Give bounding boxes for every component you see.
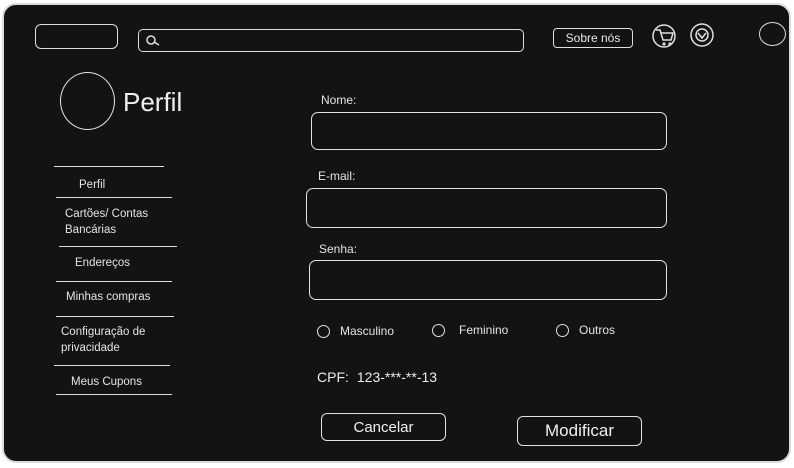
password-label: Senha: xyxy=(319,242,358,256)
sidebar-divider xyxy=(56,197,172,198)
sidebar-divider xyxy=(56,281,172,282)
radio-circle[interactable] xyxy=(317,324,330,338)
search-bar[interactable] xyxy=(138,29,524,52)
gender-radio-masculino[interactable]: Masculino xyxy=(317,324,394,338)
cpf-label: CPF: xyxy=(317,369,349,385)
sidebar-divider xyxy=(56,394,172,395)
cpf-display: CPF: 123-***-**-13 xyxy=(317,369,437,385)
sidebar-item-perfil[interactable]: Perfil xyxy=(79,177,105,193)
cpf-value: 123-***-**-13 xyxy=(356,369,438,385)
email-field[interactable] xyxy=(306,188,667,228)
sidebar-item-coupons[interactable]: Meus Cupons xyxy=(71,374,142,390)
sidebar-divider xyxy=(54,166,164,167)
sidebar-item-privacy[interactable]: Configuração de privacidade xyxy=(61,324,171,356)
radio-label: Outros xyxy=(579,323,616,337)
avatar[interactable] xyxy=(60,72,115,130)
about-button[interactable]: Sobre nós xyxy=(553,28,633,48)
logo-placeholder[interactable] xyxy=(35,24,118,49)
radio-circle[interactable] xyxy=(556,323,569,337)
sidebar-item-addresses[interactable]: Endereços xyxy=(75,255,130,271)
circle-menu-icon[interactable] xyxy=(759,22,786,46)
gender-radio-feminino[interactable]: Feminino xyxy=(432,323,508,337)
radio-circle[interactable] xyxy=(432,323,445,337)
name-label: Nome: xyxy=(321,93,357,107)
sidebar-divider xyxy=(54,365,170,366)
user-icon[interactable] xyxy=(687,23,717,49)
page-title: Perfil xyxy=(123,87,183,117)
app-window: Sobre nós Perfil Perfil Cartões/ Contas … xyxy=(2,3,791,463)
modify-button[interactable]: Modificar xyxy=(517,416,642,446)
sidebar-item-purchases[interactable]: Minhas compras xyxy=(66,289,150,305)
cart-icon[interactable] xyxy=(651,24,679,50)
search-input[interactable] xyxy=(167,33,507,48)
gender-radio-outros[interactable]: Outros xyxy=(556,323,615,337)
name-field[interactable] xyxy=(311,112,667,150)
radio-label: Masculino xyxy=(340,324,395,338)
search-icon[interactable] xyxy=(145,34,161,48)
sidebar-divider xyxy=(59,246,177,247)
email-label: E-mail: xyxy=(318,169,356,183)
password-field[interactable] xyxy=(309,260,667,300)
sidebar-item-cards[interactable]: Cartões/ Contas Bancárias xyxy=(65,206,175,238)
sidebar-divider xyxy=(56,316,174,317)
cancel-button[interactable]: Cancelar xyxy=(321,413,446,441)
radio-label: Feminino xyxy=(459,323,509,337)
